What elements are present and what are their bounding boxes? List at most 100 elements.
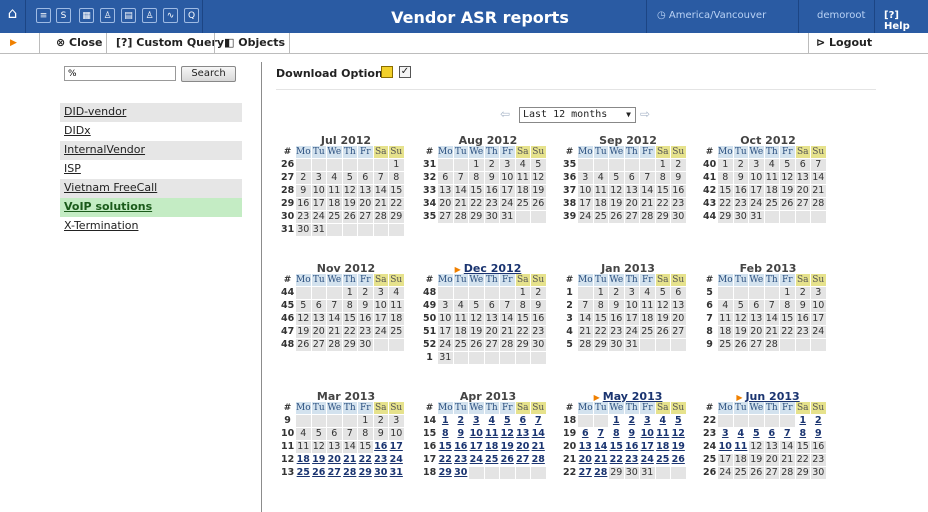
report-day-link[interactable]: 17 (389, 441, 404, 453)
figure-icon[interactable]: ♙ (100, 8, 115, 23)
report-day-link[interactable]: 28 (342, 467, 357, 479)
report-day-link[interactable]: 18 (296, 454, 311, 466)
report-day-link[interactable]: 9 (811, 428, 826, 440)
vendor-item[interactable]: DIDx (60, 122, 242, 141)
report-day-link[interactable]: 23 (624, 454, 639, 466)
objects-button[interactable]: ◧ Objects (224, 33, 285, 53)
report-day-link[interactable]: 15 (609, 441, 624, 453)
vendor-item-selected[interactable]: VoIP solutions (60, 198, 242, 217)
report-day-link[interactable]: 29 (358, 467, 373, 479)
q-icon[interactable]: Q (184, 8, 199, 23)
report-day-link[interactable]: 24 (640, 454, 655, 466)
search-input[interactable] (64, 66, 176, 81)
report-day-link[interactable]: 2 (811, 415, 826, 427)
report-day-link[interactable]: 10 (640, 428, 655, 440)
report-day-link[interactable]: 23 (373, 454, 388, 466)
report-day-link[interactable]: 12 (500, 428, 515, 440)
report-day-link[interactable]: 22 (358, 454, 373, 466)
report-day-link[interactable]: 20 (515, 441, 530, 453)
report-day-link[interactable]: 1 (438, 415, 453, 427)
report-day-link[interactable]: 16 (453, 441, 468, 453)
report-day-link[interactable]: 17 (469, 441, 484, 453)
report-day-link[interactable]: 6 (515, 415, 530, 427)
help-link[interactable]: [?] Help (884, 10, 928, 32)
report-day-link[interactable]: 6 (578, 428, 593, 440)
report-day-link[interactable]: 19 (500, 441, 515, 453)
report-day-link[interactable]: 6 (764, 428, 779, 440)
report-day-link[interactable]: 13 (578, 441, 593, 453)
report-day-link[interactable]: 7 (531, 415, 546, 427)
vendor-item[interactable]: ISP (60, 160, 242, 179)
previous-period-arrow-icon[interactable]: ⇦ (500, 107, 510, 121)
vendor-item[interactable]: X-Termination (60, 217, 242, 236)
report-day-link[interactable]: 11 (484, 428, 499, 440)
report-day-link[interactable]: 11 (733, 441, 748, 453)
report-day-link[interactable]: 16 (373, 441, 388, 453)
report-day-link[interactable]: 3 (469, 415, 484, 427)
report-day-link[interactable]: 25 (296, 467, 311, 479)
report-day-link[interactable]: 26 (500, 454, 515, 466)
report-day-link[interactable]: 13 (515, 428, 530, 440)
report-day-link[interactable]: 14 (593, 441, 608, 453)
vendor-item[interactable]: Vietnam FreeCall (60, 179, 242, 198)
report-day-link[interactable]: 19 (311, 454, 326, 466)
report-day-link[interactable]: 4 (484, 415, 499, 427)
report-day-link[interactable]: 9 (624, 428, 639, 440)
report-day-link[interactable]: 22 (609, 454, 624, 466)
report-day-link[interactable]: 21 (342, 454, 357, 466)
report-day-link[interactable]: 20 (578, 454, 593, 466)
logout-button[interactable]: ⊳ Logout (816, 33, 872, 53)
report-day-link[interactable]: 8 (609, 428, 624, 440)
report-day-link[interactable]: 26 (311, 467, 326, 479)
report-day-link[interactable]: 29 (438, 467, 453, 479)
timezone-link[interactable]: ◷ America/Vancouver (657, 10, 766, 21)
report-day-link[interactable]: 24 (469, 454, 484, 466)
home-icon[interactable]: ⌂ (5, 6, 20, 21)
report-day-link[interactable]: 21 (531, 441, 546, 453)
period-select[interactable]: Last 12 months ▼ (519, 107, 636, 123)
download-icon[interactable] (381, 66, 393, 78)
vendor-item[interactable]: InternalVendor (60, 141, 242, 160)
close-button[interactable]: ⊗ Close (56, 33, 102, 53)
report-day-link[interactable]: 21 (593, 454, 608, 466)
report-day-link[interactable]: 9 (453, 428, 468, 440)
report-day-link[interactable]: 30 (373, 467, 388, 479)
report-day-link[interactable]: 8 (795, 428, 810, 440)
next-period-arrow-icon[interactable]: ⇨ (640, 107, 650, 121)
report-day-link[interactable]: 14 (531, 428, 546, 440)
report-day-link[interactable]: 27 (578, 467, 593, 479)
report-day-link[interactable]: 30 (453, 467, 468, 479)
report-day-link[interactable]: 31 (389, 467, 404, 479)
report-day-link[interactable]: 3 (718, 428, 733, 440)
custom-query-button[interactable]: [?] Custom Query (116, 33, 224, 53)
report-day-link[interactable]: 1 (609, 415, 624, 427)
report-day-link[interactable]: 10 (718, 441, 733, 453)
figure2-icon[interactable]: ♙ (142, 8, 157, 23)
report-day-link[interactable]: 20 (327, 454, 342, 466)
report-day-link[interactable]: 25 (484, 454, 499, 466)
report-day-link[interactable]: 7 (780, 428, 795, 440)
report-day-link[interactable]: 17 (640, 441, 655, 453)
report-day-link[interactable]: 27 (327, 467, 342, 479)
report-day-link[interactable]: 18 (484, 441, 499, 453)
report-day-link[interactable]: 1 (795, 415, 810, 427)
report-day-link[interactable]: 4 (655, 415, 670, 427)
report-day-link[interactable]: 23 (453, 454, 468, 466)
report-day-link[interactable]: 7 (593, 428, 608, 440)
report-day-link[interactable]: 26 (671, 454, 686, 466)
report-day-link[interactable]: 10 (469, 428, 484, 440)
report-day-link[interactable]: 5 (671, 415, 686, 427)
download-options-checkbox[interactable]: ✓ (399, 66, 411, 78)
search-button[interactable]: Search (181, 66, 236, 82)
report-day-link[interactable]: 2 (453, 415, 468, 427)
report-day-link[interactable]: 19 (671, 441, 686, 453)
report-day-link[interactable]: 15 (438, 441, 453, 453)
report-day-link[interactable]: 8 (438, 428, 453, 440)
chart-icon[interactable]: ∿ (163, 8, 178, 23)
report-day-link[interactable]: 3 (640, 415, 655, 427)
report-day-link[interactable]: 4 (733, 428, 748, 440)
report-day-link[interactable]: 5 (749, 428, 764, 440)
report-day-link[interactable]: 16 (624, 441, 639, 453)
report-day-link[interactable]: 25 (655, 454, 670, 466)
report-day-link[interactable]: 24 (389, 454, 404, 466)
